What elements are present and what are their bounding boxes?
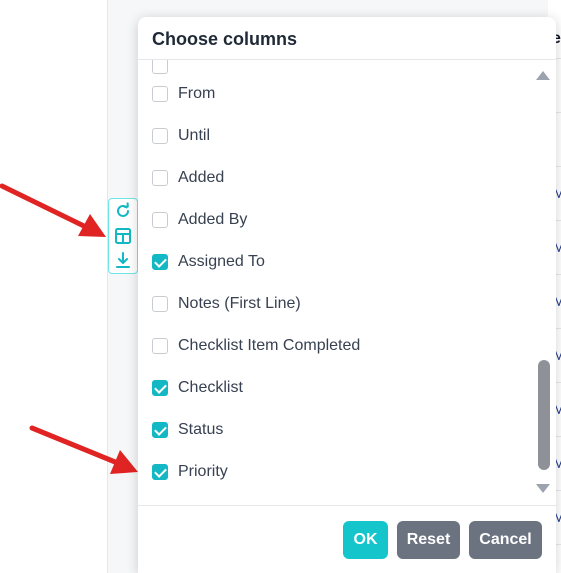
download-icon[interactable] (114, 251, 132, 269)
screen: e M M M M M M M Choose columns From Unti… (0, 0, 561, 573)
column-label: Priority (178, 463, 228, 480)
column-label: Added (178, 169, 225, 186)
column-checkbox[interactable] (152, 296, 168, 312)
column-label: Assigned To (178, 253, 265, 270)
column-checkbox[interactable] (152, 338, 168, 354)
column-label: Until (178, 127, 211, 144)
scroll-up-arrow-icon[interactable] (536, 71, 550, 80)
column-option-from[interactable]: From (152, 82, 215, 106)
column-checkbox-checked[interactable] (152, 380, 168, 396)
dialog-footer: OK Reset Cancel (138, 505, 556, 573)
column-label: Checklist Item Completed (178, 337, 361, 354)
column-option-added-by[interactable]: Added By (152, 208, 247, 232)
column-option-assigned-to[interactable]: Assigned To (152, 250, 265, 274)
column-checkbox[interactable] (152, 212, 168, 228)
left-panel (0, 0, 108, 573)
column-checkbox[interactable] (152, 60, 168, 74)
column-option-until[interactable]: Until (152, 124, 210, 148)
column-label: Checklist (178, 379, 243, 396)
column-label: Status (178, 421, 224, 438)
ok-button[interactable]: OK (343, 521, 388, 559)
column-label: From (178, 85, 216, 102)
column-option-notes[interactable]: Notes (First Line) (152, 292, 301, 316)
column-option-status[interactable]: Status (152, 418, 223, 442)
reset-button[interactable]: Reset (397, 521, 460, 559)
column-checkbox-checked[interactable] (152, 464, 168, 480)
dialog-title: Choose columns (152, 29, 298, 49)
column-option-checklist[interactable]: Checklist (152, 376, 243, 400)
scrollbar-thumb[interactable] (538, 360, 550, 470)
column-label: Notes (First Line) (178, 295, 301, 312)
refresh-icon[interactable] (114, 202, 132, 220)
column-option-priority[interactable]: Priority (152, 460, 228, 484)
column-checkbox-checked[interactable] (152, 422, 168, 438)
columns-icon[interactable] (114, 227, 132, 245)
column-option-added[interactable]: Added (152, 166, 224, 190)
column-checkbox-checked[interactable] (152, 254, 168, 270)
column-checkbox[interactable] (152, 170, 168, 186)
column-option[interactable] (152, 60, 178, 78)
column-checkbox[interactable] (152, 128, 168, 144)
choose-columns-dialog: Choose columns From Until Added Added By (138, 17, 556, 573)
column-checkbox[interactable] (152, 86, 168, 102)
column-label: Added By (178, 211, 248, 228)
cancel-button[interactable]: Cancel (469, 521, 542, 559)
scroll-down-arrow-icon[interactable] (536, 484, 550, 493)
grid-toolbar (108, 198, 138, 274)
dialog-header: Choose columns (138, 17, 556, 60)
column-option-checklist-item-completed[interactable]: Checklist Item Completed (152, 334, 360, 358)
column-list[interactable]: From Until Added Added By Assigned To No… (138, 60, 556, 505)
